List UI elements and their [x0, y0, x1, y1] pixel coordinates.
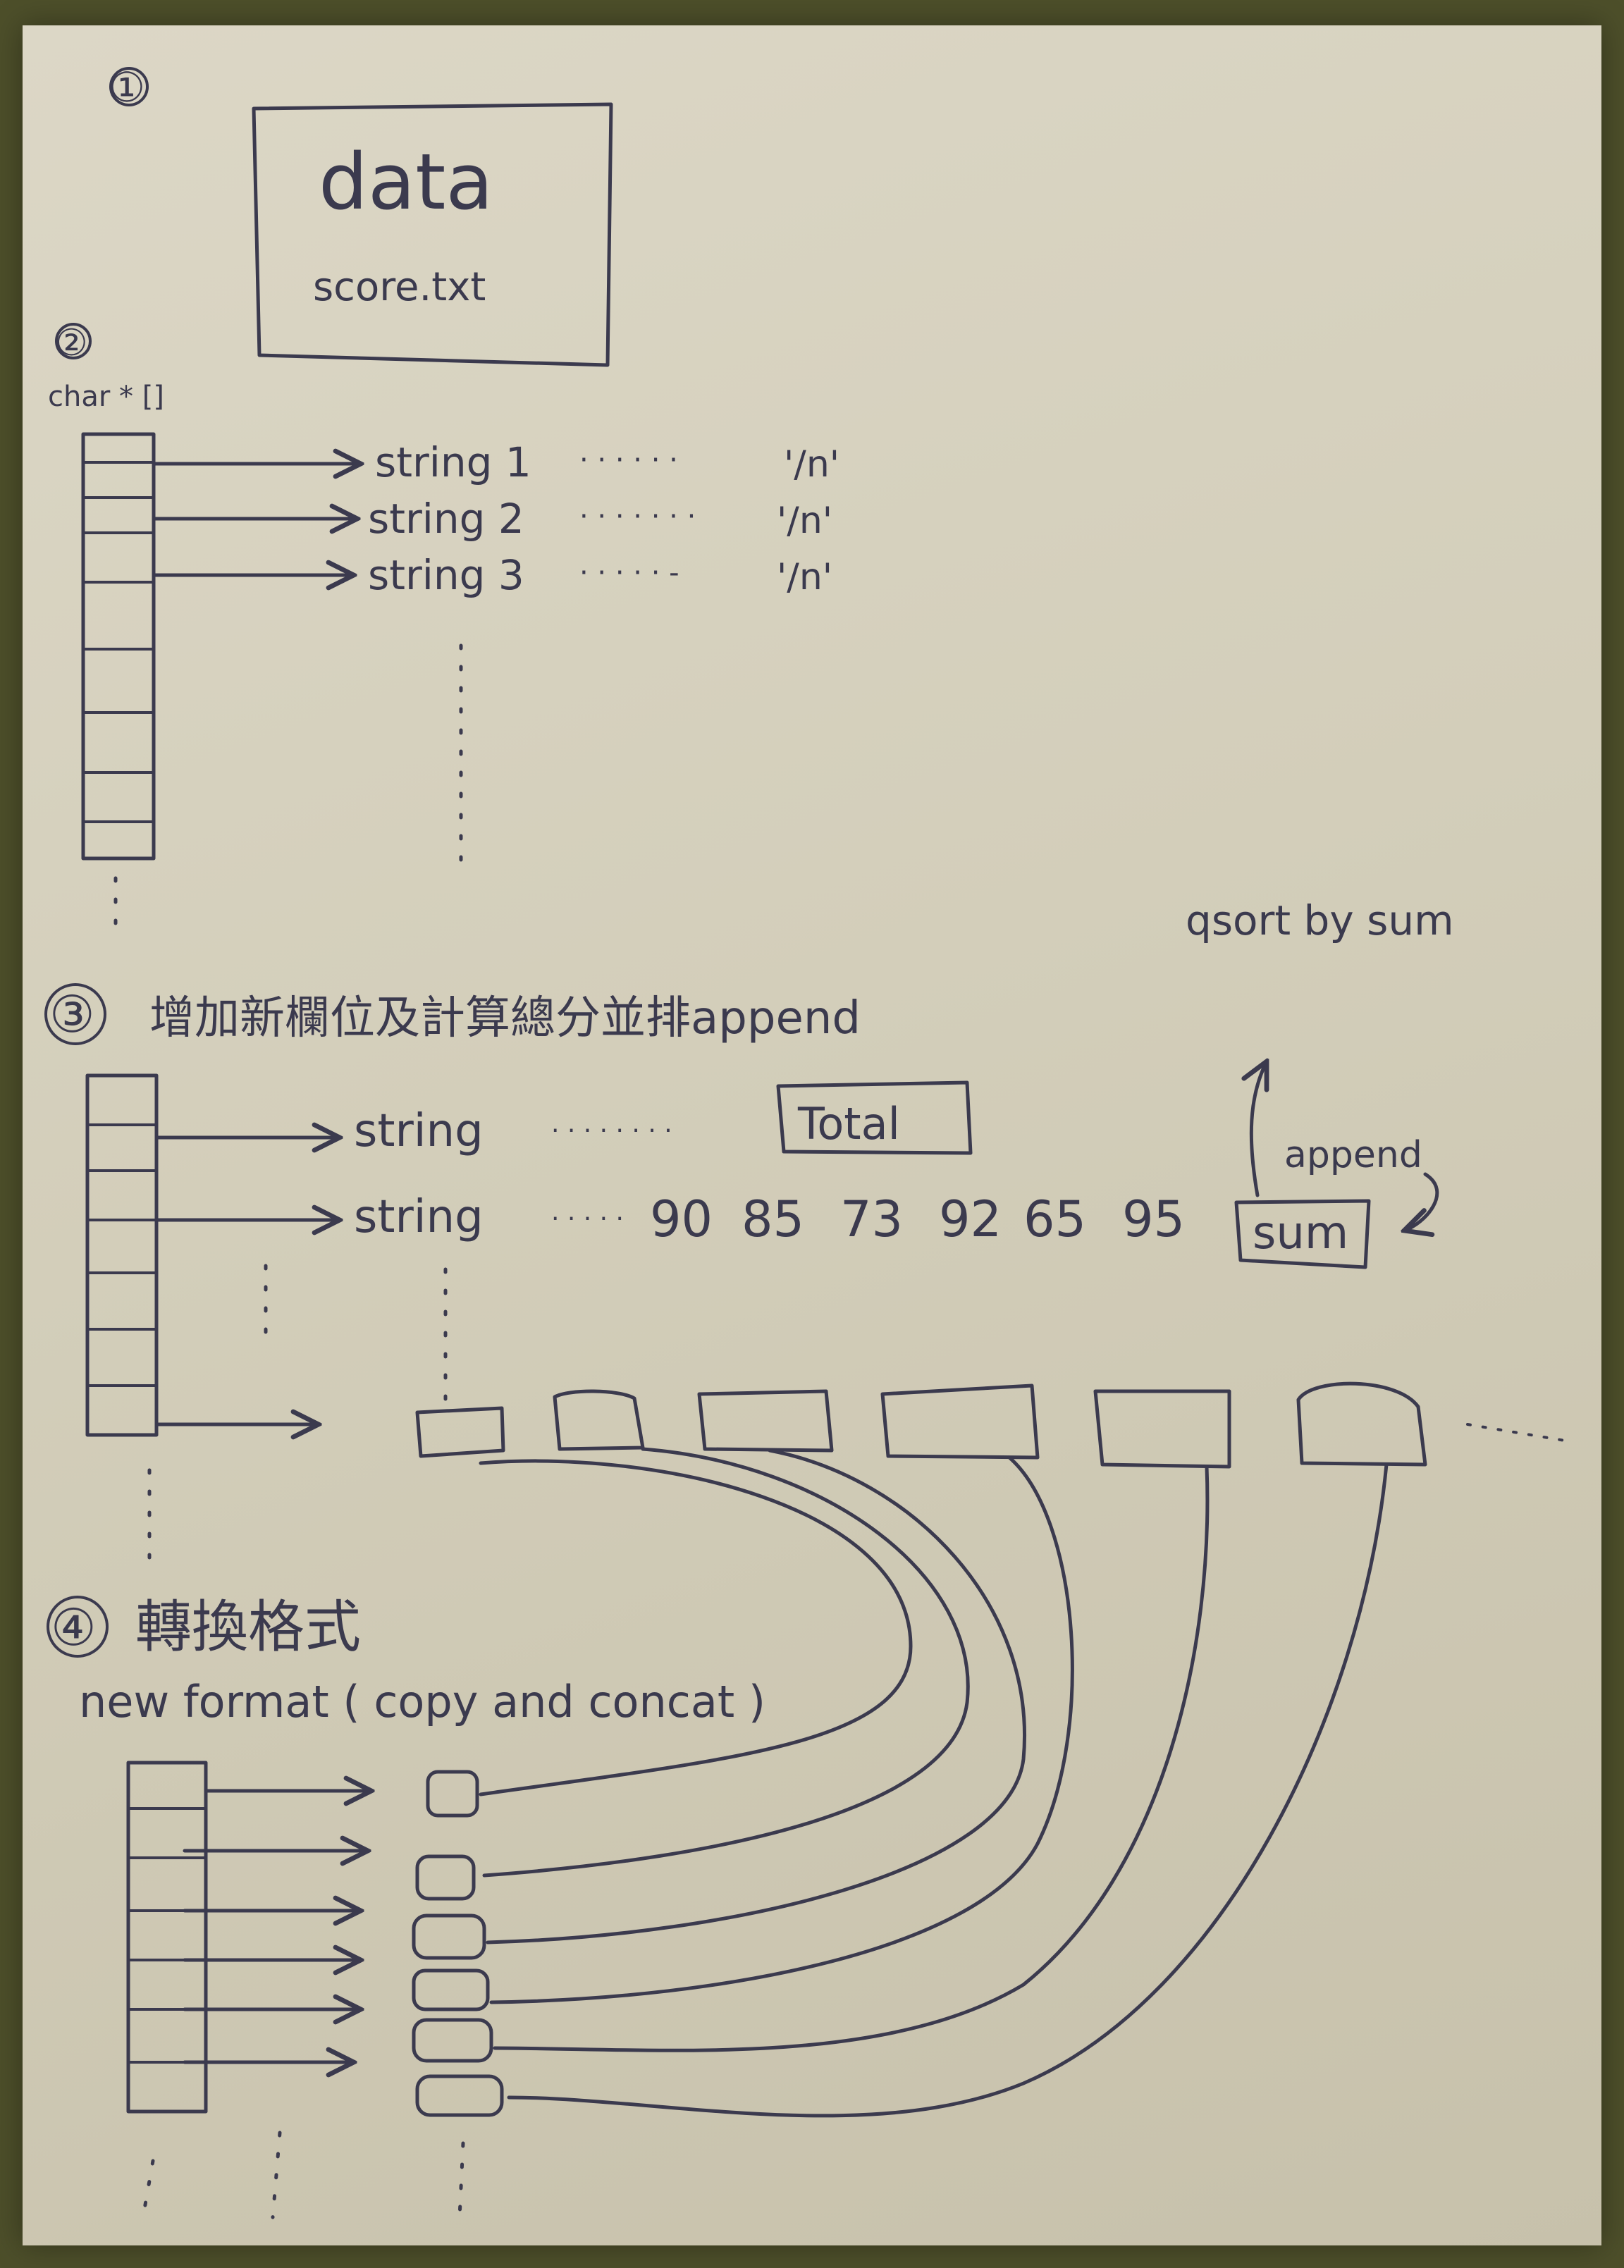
- append-note: append: [1284, 1134, 1422, 1176]
- score-value: 73: [840, 1190, 903, 1248]
- string-row-2: string 2 · · · · · · · '/n': [368, 495, 832, 543]
- pointer-array-type-label: char * []: [48, 381, 164, 413]
- new-format-cell: [412, 1968, 490, 2011]
- section-4-subtitle: new format ( copy and concat ): [79, 1676, 765, 1727]
- field-cell: [697, 1389, 834, 1453]
- total-label: Total: [797, 1098, 900, 1150]
- score-value: 65: [1023, 1190, 1086, 1248]
- string-row-3: string 3 · · · · · - '/n': [368, 551, 832, 599]
- hand-drawn-diagram: ① data score.txt ② char * [] string 1 · …: [44, 63, 1575, 2223]
- new-format-cell: [412, 2018, 493, 2063]
- section-1: ① data score.txt: [109, 63, 613, 367]
- paper-sheet: ① data score.txt ② char * [] string 1 · …: [23, 25, 1601, 2245]
- section-1-number: ①: [109, 63, 145, 111]
- string-row-1: string 1 · · · · · · '/n': [375, 438, 839, 486]
- vertical-ellipsis: [457, 2141, 465, 2219]
- field-cell: [1093, 1389, 1231, 1469]
- field-cell: [1296, 1381, 1427, 1467]
- new-format-cell: [426, 1770, 479, 1818]
- pointer-array: [126, 1761, 208, 2114]
- section-3-number: ③: [49, 985, 95, 1044]
- newline-char: '/n': [777, 556, 832, 598]
- section-4: ④ 轉換格式 new format ( copy and concat ): [47, 1594, 765, 2223]
- append-arrow: [1404, 1172, 1439, 1231]
- string-ellipsis: · · · · ·: [551, 1204, 624, 1233]
- data-box-filename: score.txt: [313, 264, 486, 310]
- vertical-ellipsis: [271, 2131, 282, 2219]
- field-cells: [415, 1381, 1427, 1469]
- section-2: ② char * [] string 1 · · · · · · '/n' st…: [48, 322, 839, 944]
- score-value: 92: [939, 1190, 1002, 1248]
- vertical-ellipsis: [140, 2159, 155, 2223]
- newline-char: '/n': [784, 443, 839, 486]
- section-3-title: 增加新欄位及計算總分並排append: [149, 992, 861, 1044]
- section-4-number: ④: [51, 1598, 97, 1657]
- score-value: 95: [1122, 1190, 1185, 1248]
- field-cell: [880, 1383, 1040, 1460]
- concat-curves: [479, 1447, 1389, 2118]
- new-format-cell: [415, 1854, 476, 1901]
- qsort-note: qsort by sum: [1186, 896, 1454, 944]
- score-value: 85: [742, 1190, 804, 1248]
- string-ellipsis: · · · · · ·: [579, 444, 678, 476]
- string-label: string: [354, 1191, 484, 1243]
- string-row-2: string · · · · · 90 85 73 92 65 95 sum: [354, 1190, 1371, 1269]
- data-box-title: data: [319, 137, 493, 227]
- string-ellipsis: · · · · · · · ·: [551, 1116, 672, 1145]
- string-label: string: [354, 1105, 484, 1157]
- string-label: string 3: [368, 551, 524, 599]
- string-label: string 2: [368, 495, 524, 543]
- field-cell: [553, 1389, 645, 1451]
- field-cell: [415, 1406, 505, 1458]
- qsort-arrow: [1251, 1061, 1267, 1197]
- string-label: string 1: [375, 438, 531, 486]
- string-row-1: string · · · · · · · · Total: [354, 1080, 973, 1157]
- string-ellipsis: · · · · · -: [579, 557, 679, 589]
- section-4-title: 轉換格式: [135, 1594, 361, 1660]
- pointer-array: [81, 432, 156, 861]
- newline-char: '/n': [777, 500, 832, 542]
- string-ellipsis: · · · · · · ·: [579, 500, 696, 533]
- score-value: 90: [650, 1190, 713, 1248]
- sum-label: sum: [1253, 1207, 1348, 1259]
- new-format-cell: [412, 1913, 486, 1960]
- pointer-array: [85, 1073, 159, 1437]
- section-2-number: ②: [55, 322, 88, 364]
- new-format-cell: [415, 2074, 504, 2117]
- horizontal-ellipsis: [1466, 1423, 1575, 1443]
